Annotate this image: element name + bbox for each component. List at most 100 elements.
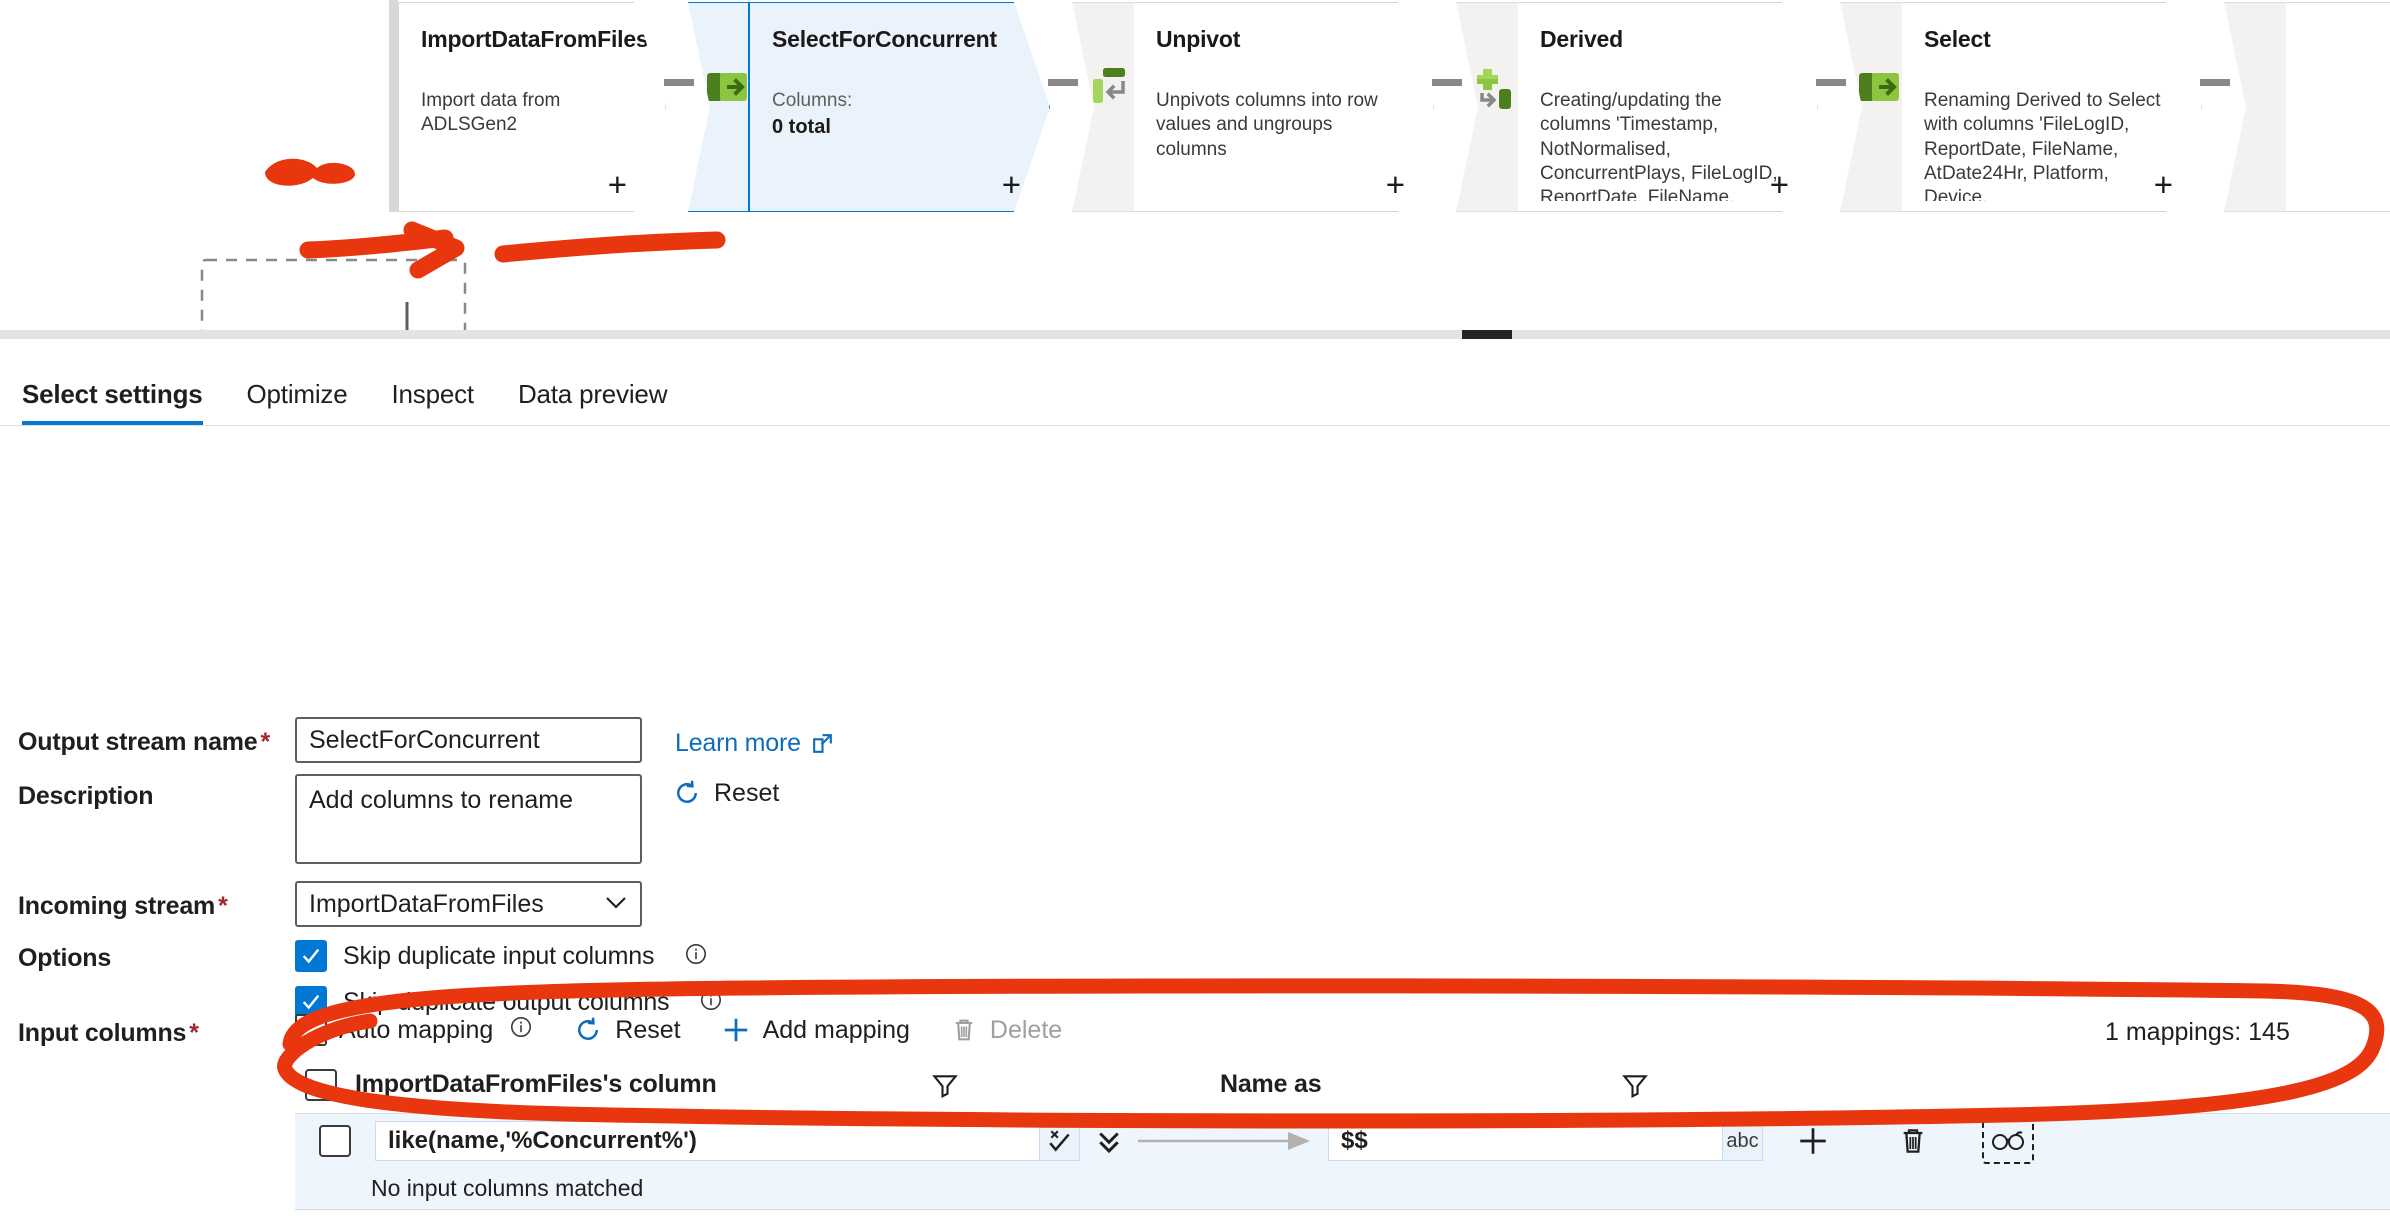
- expression-builder-icon[interactable]: [1039, 1122, 1079, 1160]
- reset-mappings-button[interactable]: Reset: [573, 1015, 681, 1045]
- flow-node-description: Creating/updating the columns 'Timestamp…: [1540, 90, 1778, 201]
- checkbox-auto-mapping[interactable]: [295, 1014, 327, 1046]
- flow-node-add-button[interactable]: +: [2154, 168, 2173, 201]
- trash-icon[interactable]: [1897, 1125, 1929, 1157]
- source-expression-input[interactable]: like(name,'%Concurrent%'): [375, 1121, 1080, 1161]
- row-preview-cell[interactable]: [1963, 1118, 2053, 1164]
- filter-icon[interactable]: [930, 1070, 960, 1100]
- flow-connector: [664, 2, 694, 212]
- reset-button-top[interactable]: Reset: [672, 778, 779, 808]
- add-row-icon[interactable]: [1796, 1124, 1830, 1158]
- flow-connector: [1816, 2, 1846, 212]
- reset-circular-arrow-icon: [677, 780, 697, 803]
- settings-tab-bar: Select settings Optimize Inspect Data pr…: [0, 364, 2390, 426]
- source-column-header: ImportDataFromFiles's column: [355, 1070, 930, 1099]
- check-icon: [302, 994, 320, 1010]
- row-expand-cell[interactable]: [1080, 1126, 1138, 1156]
- required-asterisk: *: [218, 892, 228, 920]
- flow-node-title: SelectForConcurrent: [772, 26, 997, 52]
- option-skip-duplicate-input-columns[interactable]: Skip duplicate input columns: [295, 940, 708, 972]
- mapping-arrow: [1138, 1129, 1328, 1153]
- label-text: Output stream name: [18, 728, 258, 756]
- checkbox-mapping-row[interactable]: [319, 1125, 351, 1157]
- text-type-label: abc: [1726, 1129, 1759, 1152]
- reset-mappings-label: Reset: [615, 1015, 681, 1044]
- trash-icon: [955, 1019, 973, 1041]
- flow-node-add-button[interactable]: +: [1386, 168, 1405, 201]
- flow-node-body[interactable]: [2286, 2, 2390, 212]
- flow-node-add-button[interactable]: +: [608, 168, 627, 201]
- tab-inspect[interactable]: Inspect: [370, 364, 496, 425]
- auto-mapping-label: Auto mapping: [339, 1015, 494, 1044]
- mapping-row-note-text: No input columns matched: [371, 1175, 644, 1201]
- flow-node-next-partial[interactable]: [2224, 2, 2390, 212]
- target-column-header: Name as: [1220, 1070, 1620, 1099]
- flow-node-select-for-concurrent[interactable]: SelectForConcurrent Columns: 0 total +: [688, 2, 1050, 212]
- description-textarea[interactable]: Add columns to rename: [295, 774, 642, 864]
- target-column-filter-cell[interactable]: [1620, 1070, 1845, 1100]
- learn-more-link[interactable]: Learn more: [675, 729, 835, 758]
- tab-select-settings[interactable]: Select settings: [22, 364, 225, 425]
- source-column-filter-cell[interactable]: [930, 1070, 1220, 1100]
- reset-label: Reset: [714, 778, 780, 807]
- flow-node-body[interactable]: Derived Creating/updating the columns 'T…: [1518, 2, 1818, 212]
- filter-icon[interactable]: [1620, 1070, 1650, 1100]
- source-column-header-label: ImportDataFromFiles's column: [355, 1070, 717, 1098]
- panel-splitter[interactable]: [0, 330, 2390, 339]
- select-all-checkbox-cell[interactable]: [295, 1068, 355, 1101]
- chevron-down-icon: [604, 891, 628, 917]
- tab-data-preview[interactable]: Data preview: [496, 364, 689, 425]
- target-expression-value: $$: [1341, 1127, 1368, 1154]
- incoming-stream-dropdown[interactable]: ImportDataFromFiles: [295, 881, 642, 927]
- auto-mapping-toggle[interactable]: Auto mapping: [295, 1014, 533, 1046]
- row-delete-cell[interactable]: [1863, 1125, 1963, 1157]
- row-add-cell[interactable]: [1763, 1124, 1863, 1158]
- flow-node-description: Import data from ADLSGen2: [421, 90, 561, 136]
- flow-node-body[interactable]: SelectForConcurrent Columns: 0 total +: [750, 2, 1050, 212]
- flow-node-select[interactable]: Select Renaming Derived to Select with c…: [1840, 2, 2202, 212]
- app-root: ImportDataFromFiles Import data from ADL…: [0, 0, 2390, 1216]
- flow-node-unpivot[interactable]: Unpivot Unpivots columns into row values…: [1072, 2, 1434, 212]
- label-text: Incoming stream: [18, 892, 216, 920]
- tab-optimize[interactable]: Optimize: [225, 364, 370, 425]
- flow-connector: [2200, 2, 2230, 212]
- checkbox-select-all-mappings[interactable]: [305, 1068, 337, 1101]
- preview-glasses-icon[interactable]: [1982, 1118, 2034, 1164]
- delete-mapping-label: Delete: [989, 1015, 1063, 1044]
- data-flow-canvas[interactable]: ImportDataFromFiles Import data from ADL…: [0, 0, 2390, 333]
- reset-circular-arrow-icon: [578, 1017, 599, 1040]
- required-asterisk: *: [189, 1019, 199, 1047]
- flow-node-icon-gutter: [2224, 2, 2286, 212]
- add-mapping-button[interactable]: Add mapping: [721, 1015, 910, 1045]
- checkbox-skip-duplicate-input-columns[interactable]: [295, 940, 327, 972]
- flow-node-body[interactable]: Select Renaming Derived to Select with c…: [1902, 2, 2202, 212]
- label-text: Options: [18, 944, 112, 972]
- options-label: Options: [18, 944, 111, 973]
- flow-node-body[interactable]: Unpivot Unpivots columns into row values…: [1134, 2, 1434, 212]
- annotation-red-arrow: [299, 221, 465, 279]
- mapping-table-row[interactable]: like(name,'%Concurrent%') $$ abc: [295, 1114, 2390, 1168]
- incoming-stream-value: ImportDataFromFiles: [309, 889, 544, 918]
- output-stream-name-input[interactable]: [295, 717, 642, 763]
- mapping-row-note: No input columns matched: [295, 1168, 2390, 1210]
- flow-node-columns-label: Columns:: [772, 90, 853, 111]
- target-expression-input[interactable]: $$ abc: [1328, 1121, 1763, 1161]
- label-text: Description: [18, 782, 154, 810]
- chevron-double-down-icon[interactable]: [1094, 1126, 1124, 1156]
- flow-node-derived[interactable]: Derived Creating/updating the columns 'T…: [1456, 2, 1818, 212]
- incoming-stream-label: Incoming stream *: [18, 892, 228, 921]
- mapping-count-status: 1 mappings: 145: [2105, 1018, 2290, 1046]
- row-checkbox-cell[interactable]: [295, 1125, 375, 1157]
- flow-node-add-button[interactable]: +: [1770, 168, 1789, 201]
- info-icon[interactable]: [509, 1015, 533, 1046]
- splitter-grab-handle[interactable]: [1462, 330, 1512, 339]
- info-icon[interactable]: [699, 988, 723, 1017]
- flow-node-add-button[interactable]: +: [1002, 168, 1021, 201]
- derived-column-icon: [1473, 65, 1517, 109]
- text-type-icon[interactable]: abc: [1722, 1122, 1762, 1160]
- flow-node-icon-gutter: [1072, 2, 1134, 212]
- info-icon[interactable]: [684, 942, 708, 971]
- delete-mapping-button: Delete: [950, 1016, 1062, 1045]
- external-link-icon: [812, 734, 832, 753]
- flow-node-import-data-from-files[interactable]: ImportDataFromFiles Import data from ADL…: [398, 2, 666, 212]
